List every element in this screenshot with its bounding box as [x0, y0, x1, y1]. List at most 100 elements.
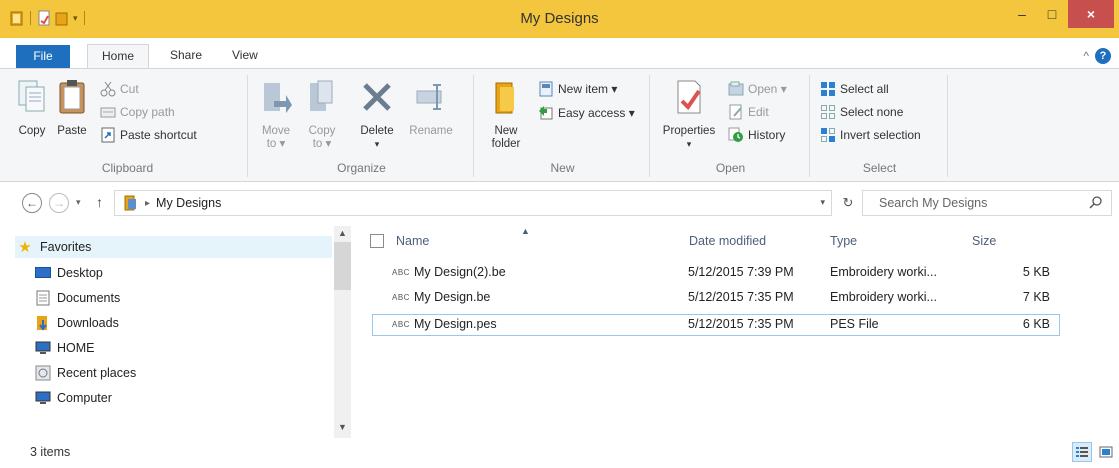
nav-item-label: Recent places — [57, 366, 137, 380]
scrollbar-thumb[interactable] — [334, 242, 351, 290]
item-count: 3 items — [30, 445, 71, 459]
delete-button[interactable]: Delete ▾ — [352, 79, 402, 151]
nav-item-label: Favorites — [40, 240, 92, 254]
search-input[interactable]: Search My Designs — [862, 190, 1112, 216]
select-none-button[interactable]: Select none — [820, 104, 903, 120]
properties-dropdown-icon[interactable]: ▾ — [656, 138, 722, 151]
copy-to-button[interactable]: Copy to ▾ — [302, 79, 342, 151]
maximize-button[interactable]: □ — [1038, 0, 1066, 28]
open-group-label: Open — [715, 161, 746, 175]
nav-item-computer[interactable]: Computer — [35, 387, 112, 409]
breadcrumb-my-designs[interactable]: My Designs — [156, 196, 221, 210]
close-button[interactable]: × — [1068, 0, 1114, 28]
file-name-cell[interactable]: ABC My Design.pes — [392, 317, 497, 331]
select-all-checkbox[interactable] — [370, 234, 384, 248]
file-name-cell[interactable]: ABC My Design.be — [392, 290, 490, 304]
nav-item-recent-places[interactable]: Recent places — [35, 362, 136, 384]
date-modified-cell: 5/12/2015 7:39 PM — [688, 265, 794, 279]
nav-item-home[interactable]: HOME — [35, 337, 95, 359]
tab-share[interactable]: Share — [158, 44, 214, 68]
file-name-cell[interactable]: ABC My Design(2).be — [392, 265, 506, 279]
copy-path-button[interactable]: Copy path — [100, 104, 175, 120]
ribbon-collapse-button[interactable]: ^ — [1083, 49, 1089, 63]
select-none-label: Select none — [840, 105, 904, 119]
open-button[interactable]: Open ▾ — [728, 81, 787, 97]
nav-item-downloads[interactable]: Downloads — [35, 312, 119, 334]
open-group: Properties ▾ Open ▾ Edit History Open — [652, 75, 810, 177]
ribbon-tabs: File Home Share View ^ ? — [0, 38, 1119, 69]
computer-icon — [35, 391, 51, 404]
tab-view[interactable]: View — [220, 44, 270, 68]
table-row[interactable]: ABC My Design(2).be 5/12/2015 7:39 PM Emb… — [372, 262, 1060, 284]
rename-button[interactable]: Rename — [406, 79, 456, 138]
large-icons-view-button[interactable] — [1096, 442, 1116, 462]
nav-item-desktop[interactable]: Desktop — [35, 262, 103, 284]
downloads-icon — [37, 316, 47, 331]
column-header-date-modified[interactable]: Date modified — [689, 226, 766, 256]
column-header-type[interactable]: Type — [830, 226, 857, 256]
delete-dropdown-icon[interactable]: ▾ — [352, 138, 402, 151]
copy-to-label-2: to ▾ — [312, 138, 332, 150]
edit-button[interactable]: Edit — [728, 104, 769, 120]
open-label: Open ▾ — [748, 82, 787, 96]
navigation-pane: ★ Favorites Desktop Documents Downloads … — [15, 226, 352, 438]
nav-pane-scrollbar[interactable]: ▲ ▼ — [334, 226, 351, 438]
ribbon: Copy Paste Cut Copy path Paste shortcut … — [0, 68, 1119, 182]
back-button[interactable]: ← — [22, 193, 42, 213]
computer-icon — [35, 341, 51, 354]
title-bar: ▾ My Designs – □ × — [0, 0, 1119, 38]
scroll-down-icon[interactable]: ▼ — [334, 422, 351, 432]
file-name: My Design(2).be — [413, 265, 506, 279]
move-to-button[interactable]: Move to ▾ — [256, 79, 296, 151]
address-bar[interactable]: ▸ My Designs ▾ — [114, 190, 832, 216]
tab-file[interactable]: File — [16, 45, 70, 68]
cut-button[interactable]: Cut — [100, 81, 139, 97]
file-name: My Design.be — [413, 290, 491, 304]
forward-button[interactable]: → — [49, 193, 69, 213]
paste-shortcut-button[interactable]: Paste shortcut — [100, 127, 197, 143]
window-title: My Designs — [520, 10, 599, 27]
refresh-button[interactable]: ↻ — [836, 190, 860, 216]
easy-access-button[interactable]: Easy access ▾ — [538, 105, 635, 121]
paste-shortcut-label: Paste shortcut — [120, 128, 197, 142]
new-folder-label: New — [494, 125, 518, 137]
history-button[interactable]: History — [728, 127, 785, 143]
column-header-name[interactable]: Name — [396, 226, 429, 256]
paste-button[interactable]: Paste — [54, 79, 90, 138]
invert-selection-button[interactable]: Invert selection — [820, 127, 921, 143]
delete-icon — [363, 83, 391, 111]
address-dropdown-icon[interactable]: ▾ — [820, 197, 825, 208]
move-to-label-suffix: to — [266, 138, 277, 150]
details-view-button[interactable] — [1072, 442, 1092, 462]
address-row: ← → ▾ ↑ ▸ My Designs ▾ ↻ Search My Desig… — [0, 188, 1119, 218]
breadcrumb-separator-icon[interactable]: ▸ — [145, 198, 150, 209]
open-icon — [728, 81, 744, 96]
tab-home[interactable]: Home — [87, 44, 149, 69]
properties-icon — [677, 80, 701, 114]
nav-item-documents[interactable]: Documents — [35, 287, 120, 309]
star-icon: ★ — [18, 239, 32, 256]
scroll-up-icon[interactable]: ▲ — [334, 228, 351, 238]
up-button[interactable]: ↑ — [96, 194, 103, 210]
copy-button[interactable]: Copy — [14, 79, 50, 138]
minimize-button[interactable]: – — [1008, 0, 1036, 28]
sort-ascending-icon: ▲ — [521, 226, 530, 236]
large-icons-view-icon — [1099, 446, 1113, 458]
move-to-label-2: to ▾ — [266, 138, 286, 150]
text-file-icon: ABC — [392, 320, 410, 329]
new-item-icon — [539, 81, 553, 97]
copy-path-label: Copy path — [120, 105, 175, 119]
table-row[interactable]: ABC My Design.pes 5/12/2015 7:35 PM PES F… — [372, 314, 1060, 336]
select-all-button[interactable]: Select all — [820, 81, 889, 97]
new-folder-button[interactable]: New folder — [484, 79, 528, 151]
invert-selection-icon — [821, 128, 835, 142]
search-icon[interactable] — [1089, 195, 1103, 209]
nav-item-favorites[interactable]: ★ Favorites — [15, 236, 332, 258]
invert-selection-label: Invert selection — [840, 128, 921, 142]
column-header-size[interactable]: Size — [972, 226, 996, 256]
help-button[interactable]: ? — [1095, 48, 1111, 64]
table-row[interactable]: ABC My Design.be 5/12/2015 7:35 PM Embroi… — [372, 287, 1060, 309]
new-item-button[interactable]: New item ▾ — [538, 81, 617, 97]
recent-locations-dropdown-icon[interactable]: ▾ — [76, 197, 81, 208]
properties-button[interactable]: Properties ▾ — [656, 79, 722, 151]
